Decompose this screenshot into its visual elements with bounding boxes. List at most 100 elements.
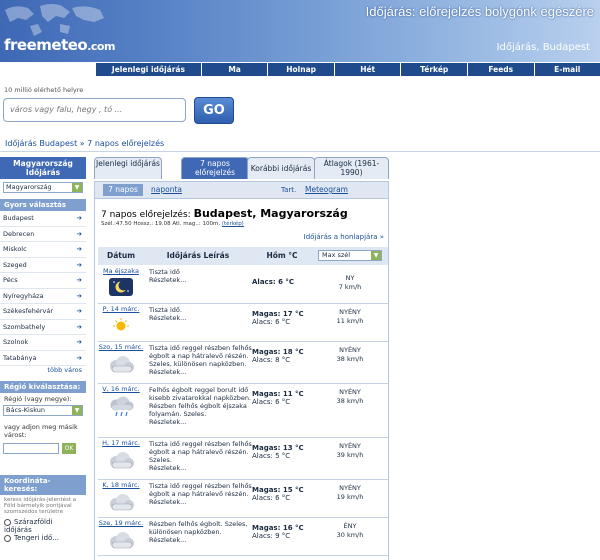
home-link[interactable]: Időjárás a honlapjára » [304,233,384,241]
site-header: freemeteo.com Időjárás: előrejelzés boly… [0,0,600,62]
tagline: Időjárás: előrejelzés bolygónk egészére [365,4,594,19]
temp-low: Alacs: 6 °C [252,318,291,326]
row-description: Tiszta idő reggel részben felhős égbolt … [144,438,252,479]
city-label: Szombathely [3,322,46,331]
map-link[interactable]: (térkép) [222,221,244,227]
row-description: Részben felhős égbolt. Szeles, különösen… [144,518,252,555]
region-select[interactable]: Bács-Kiskun ▼ [3,405,83,416]
details-link[interactable]: Részletek... [149,464,252,472]
nav-feeds[interactable]: Feeds [466,63,534,76]
city-label: Miskolc [3,245,27,253]
tab-averages[interactable]: Átlagok (1961-1990) [314,157,389,179]
wind-speed: 19 km/h [336,493,364,501]
ok-button[interactable]: OK [62,443,76,454]
row-date[interactable]: Szo, 15 márc. [98,343,144,351]
sidebar-city-item[interactable]: Szombathely ➔ [0,320,86,335]
details-link[interactable]: Részletek... [149,368,252,376]
details-link[interactable]: Részletek... [149,536,252,544]
row-desc-text: Tiszta idő reggel részben felhős égbolt … [149,440,252,464]
sidebar-city-item[interactable]: Nyíregyháza ➔ [0,289,86,304]
breadcrumb[interactable]: Időjárás Budapest » 7 napos előrejelzés [5,139,164,148]
nav-map[interactable]: Térkép [400,63,467,76]
col-date: Dátum [106,251,136,260]
arrow-right-icon: ➔ [76,229,82,238]
sidebar-city-item[interactable]: Miskolc ➔ [0,242,86,258]
row-date-cell: Ma éjszaka [98,266,144,303]
row-date-cell: Sze, 19 márc. [98,518,144,555]
wind-speed: 39 km/h [336,451,364,459]
arrow-right-icon: ➔ [76,322,82,331]
nav-today[interactable]: Ma [200,63,268,76]
nav-email[interactable]: E-mail [533,63,600,76]
cloud-icon [106,492,136,516]
wind-direction: NYÉNY [339,442,361,450]
details-link[interactable]: Részletek... [149,418,252,426]
row-date[interactable]: Ma éjszaka [98,267,144,275]
row-date[interactable]: K, 18 márc. [98,481,144,489]
sidebar-city-item[interactable]: Szolnok ➔ [0,335,86,351]
nav-tomorrow[interactable]: Holnap [267,63,334,76]
availability-note: 10 millió elérhető helyre [4,86,84,94]
sun-icon [109,316,133,336]
tab-current[interactable]: Jelenlegi időjárás [94,157,162,179]
sidebar-city-item[interactable]: Szeged ➔ [0,258,86,273]
cloud-icon [106,530,136,554]
row-date-cell: V, 16 márc. [98,384,144,437]
tab-7day[interactable]: 7 napos előrejelzés [181,157,249,179]
chevron-down-icon[interactable]: ▼ [72,406,82,415]
wind-direction: NY [345,274,355,282]
table-row: Szo, 15 márc. Tiszta idő reggel részben f… [98,342,388,384]
tab-bar: Jelenlegi időjárás 7 napos előrejelzés K… [94,157,389,179]
radio-sea[interactable]: Tengeri idő... [0,533,86,543]
tab-history[interactable]: Korábbi időjárás [247,157,315,179]
col-desc: Időjárás Leírás [166,251,230,260]
row-desc-text: Tiszta idő reggel részben felhős égbolt … [149,482,252,498]
details-link[interactable]: Részletek... [149,276,252,284]
sidebar-city-item[interactable]: Tatabánya ➔ [0,351,86,366]
nav-current[interactable]: Jelenlegi időjárás [95,63,201,76]
temp-high: Magas: 17 °C [252,310,304,318]
details-link[interactable]: Részletek... [149,314,252,322]
arrow-right-icon: ➔ [76,260,82,269]
city-label: Székesfehérvár [3,307,54,315]
subtab-7day[interactable]: 7 napos [103,184,143,196]
cloud-icon [106,354,136,378]
country-select[interactable]: Magyarország ▼ [3,182,83,193]
go-button[interactable]: GO [194,97,234,124]
wind-select[interactable]: Max szél ▼ [318,250,382,261]
sidebar-city-item[interactable]: Debrecen ➔ [0,227,86,242]
moon-icon [109,278,133,298]
row-temp: Magas: 13 °C Alacs: 5 °C [252,438,312,479]
row-date-cell: Szo, 15 márc. [98,342,144,383]
sidebar: Magyarország Időjárás Magyarország ▼ Gyor… [0,157,86,543]
row-date[interactable]: V, 16 márc. [98,385,144,393]
sidebar-city-item[interactable]: Székesfehérvár ➔ [0,304,86,320]
subtab-chart[interactable]: Tart. [281,184,296,196]
arrow-right-icon: ➔ [76,307,82,315]
search-input[interactable]: város vagy falu, hegy , tó ... [3,98,186,122]
arrow-right-icon: ➔ [76,276,82,284]
site-logo[interactable]: freemeteo.com [4,36,115,54]
details-link[interactable]: Részletek... [149,498,252,506]
subtab-meteogram[interactable]: Meteogram [305,184,348,196]
row-date[interactable]: Sze, 19 márc. [98,519,144,527]
subtab-daily[interactable]: naponta [151,184,182,196]
sidebar-city-item[interactable]: Pécs ➔ [0,273,86,289]
city-label: Tatabánya [3,353,37,362]
row-wind: NYÉNY 38 km/h [312,384,388,437]
more-cities-link[interactable]: több város [0,366,86,374]
city-label: Szolnok [3,338,29,346]
city-list: Budapest ➔ Debrecen ➔ Miskolc ➔ Szeged ➔ Pécs ➔ Ny… [0,211,86,366]
chevron-down-icon[interactable]: ▼ [371,251,381,260]
sidebar-city-item[interactable]: Budapest ➔ [0,211,86,227]
city-input[interactable] [3,443,59,454]
row-date[interactable]: P, 14 márc. [98,305,144,313]
row-date-cell: H, 17 márc. [98,438,144,479]
nav-week[interactable]: Hét [333,63,401,76]
temp-low: Alacs: 8 °C [252,356,291,364]
row-date[interactable]: H, 17 márc. [98,439,144,447]
country-heading: Magyarország Időjárás [0,157,86,179]
wind-speed: 7 km/h [338,283,362,291]
row-description: Tiszta idő Részletek... [144,266,252,303]
chevron-down-icon[interactable]: ▼ [72,183,82,192]
